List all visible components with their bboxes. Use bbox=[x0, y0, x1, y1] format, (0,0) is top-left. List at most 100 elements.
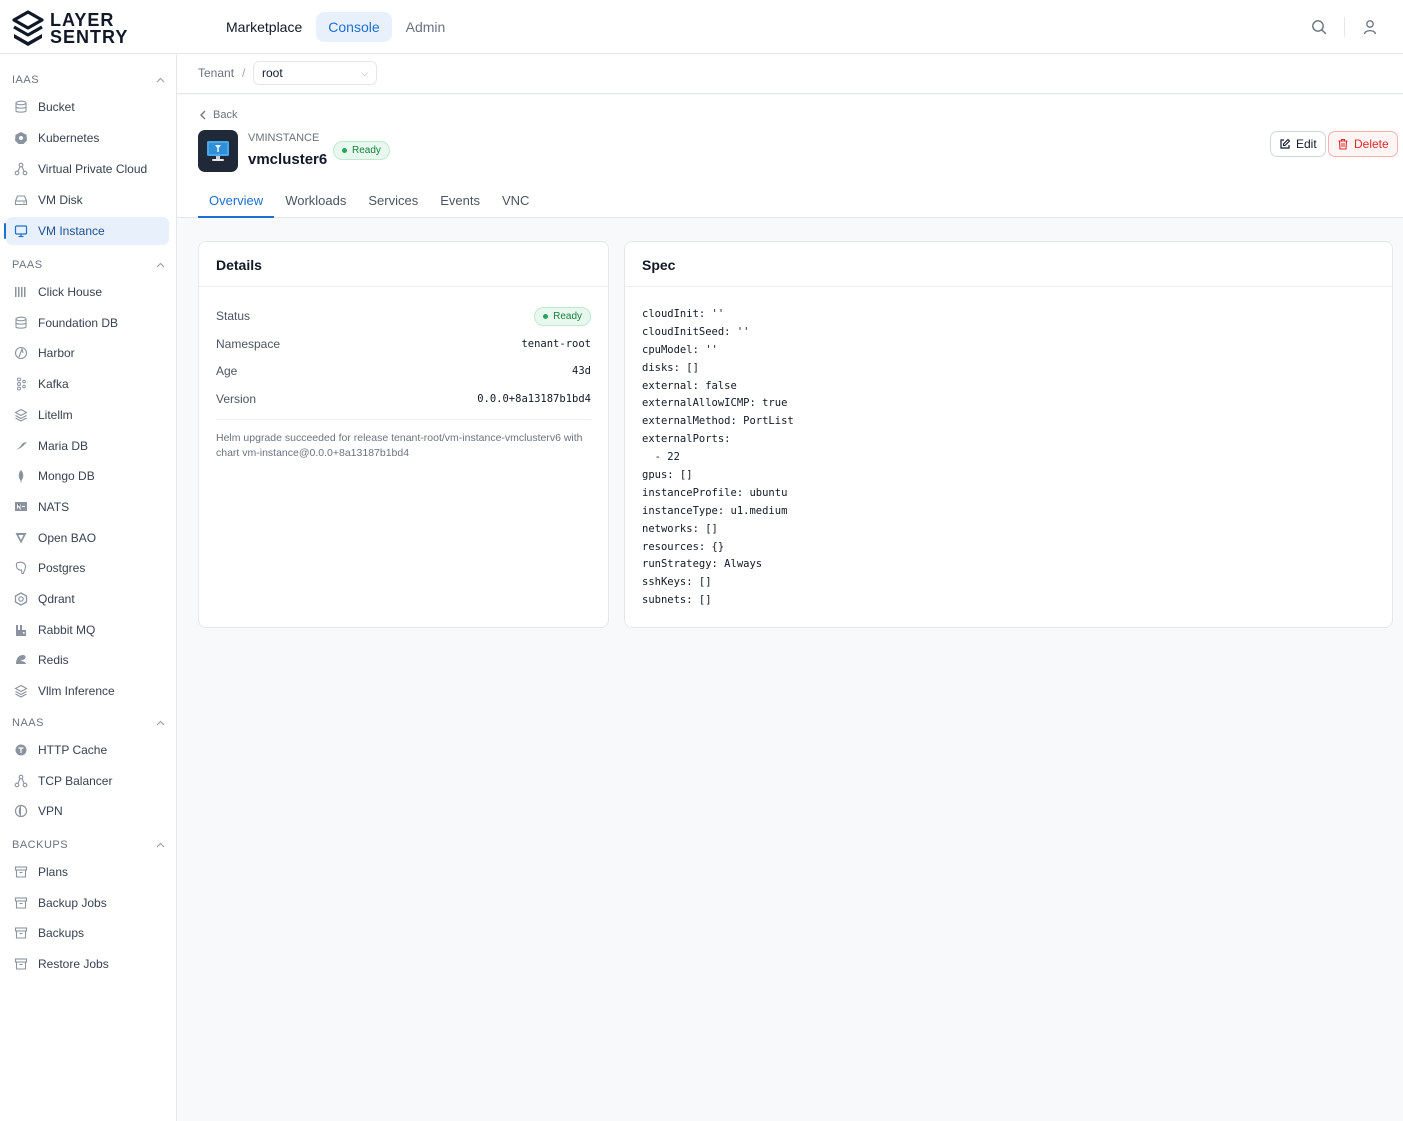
breadcrumb-tenant-label[interactable]: Tenant bbox=[198, 66, 234, 80]
sidebar-item-backups[interactable]: Backups bbox=[6, 919, 169, 947]
detail-value: tenant-root bbox=[521, 338, 591, 350]
sidebar-section-paas[interactable]: PAAS bbox=[0, 255, 177, 275]
spec-card: Spec cloudInit: '' cloudInitSeed: '' cpuMo… bbox=[624, 241, 1393, 628]
sidebar-item-maria-db[interactable]: Maria DB bbox=[6, 432, 169, 460]
brand-logo[interactable]: LAYER SENTRY bbox=[12, 10, 128, 48]
sidebar-item-foundation-db[interactable]: Foundation DB bbox=[6, 309, 169, 337]
sidebar-section-title: PAAS bbox=[12, 259, 43, 271]
sidebar-item-litellm[interactable]: Litellm bbox=[6, 401, 169, 429]
resource-kind: VMINSTANCE bbox=[248, 132, 320, 144]
delete-label: Delete bbox=[1354, 137, 1389, 151]
tab-services[interactable]: Services bbox=[357, 190, 429, 218]
edit-button[interactable]: Edit bbox=[1270, 131, 1326, 157]
sidebar-item-open-bao[interactable]: Open BAO bbox=[6, 524, 169, 552]
chevron-up-icon bbox=[156, 718, 165, 729]
user-icon bbox=[1363, 20, 1377, 35]
sidebar-item-harbor[interactable]: Harbor bbox=[6, 339, 169, 367]
nav-console[interactable]: Console bbox=[316, 12, 392, 42]
spec-line: gpus: [] bbox=[642, 469, 693, 482]
sidebar-item-tcp-balancer[interactable]: TCP Balancer bbox=[6, 767, 169, 795]
spec-line: disks: [] bbox=[642, 361, 699, 374]
chevron-up-icon bbox=[156, 75, 165, 86]
nav-marketplace[interactable]: Marketplace bbox=[214, 12, 314, 42]
status-dot-icon bbox=[342, 148, 347, 153]
user-menu-button[interactable] bbox=[1357, 14, 1383, 40]
disk-icon bbox=[14, 193, 28, 207]
sidebar-item-redis[interactable]: Redis bbox=[6, 646, 169, 674]
sidebar-item-backup-jobs[interactable]: Backup Jobs bbox=[6, 889, 169, 917]
tab-events[interactable]: Events bbox=[429, 190, 491, 218]
spec-divider bbox=[625, 286, 1392, 287]
sidebar-item-qdrant[interactable]: Qdrant bbox=[6, 585, 169, 613]
sidebar-item-nats[interactable]: NATS bbox=[6, 493, 169, 521]
back-link[interactable]: Back bbox=[199, 109, 237, 121]
sidebar-section-iaas[interactable]: IAAS bbox=[0, 70, 177, 90]
nav-admin[interactable]: Admin bbox=[394, 12, 458, 42]
sidebar-section-naas[interactable]: NAAS bbox=[0, 713, 177, 733]
sidebar-item-click-house[interactable]: Click House bbox=[6, 278, 169, 306]
monitor-icon bbox=[14, 224, 28, 238]
sidebar-item-vm-disk[interactable]: VM Disk bbox=[6, 186, 169, 214]
network-icon bbox=[14, 774, 28, 788]
database-icon bbox=[14, 316, 28, 330]
spec-line: - 22 bbox=[642, 451, 680, 464]
sidebar-item-label: HTTP Cache bbox=[38, 743, 108, 757]
resource-name: vmcluster6 bbox=[248, 151, 328, 168]
sidebar-item-vllm-inference[interactable]: Vllm Inference bbox=[6, 677, 169, 705]
sidebar-item-virtual-private-cloud[interactable]: Virtual Private Cloud bbox=[6, 155, 169, 183]
helm-status-message: Helm upgrade succeeded for release tenan… bbox=[216, 432, 583, 459]
sidebar-item-postgres[interactable]: Postgres bbox=[6, 554, 169, 582]
brand-name: LAYER SENTRY bbox=[50, 10, 129, 47]
sidebar-item-http-cache[interactable]: HTTP Cache bbox=[6, 736, 169, 764]
resource-header: Back VMINSTANCE vmcluster6 Ready Edit De… bbox=[177, 95, 1403, 218]
sidebar-item-label: VM Instance bbox=[38, 224, 105, 238]
tab-workloads[interactable]: Workloads bbox=[274, 190, 357, 218]
sidebar-item-label: Foundation DB bbox=[38, 315, 119, 330]
sidebar-item-label: Bucket bbox=[38, 100, 75, 114]
delete-button[interactable]: Delete bbox=[1328, 131, 1398, 157]
cache-icon bbox=[14, 743, 28, 757]
tab-overview[interactable]: Overview bbox=[198, 190, 275, 218]
sidebar-item-mongo-db[interactable]: Mongo DB bbox=[6, 462, 169, 490]
tab-vnc[interactable]: VNC bbox=[491, 190, 540, 218]
detail-row-status: Status Ready bbox=[216, 304, 591, 328]
search-button[interactable] bbox=[1306, 14, 1332, 40]
sidebar-item-label: Kubernetes bbox=[38, 131, 100, 145]
chevron-down-icon: ⌵ bbox=[361, 67, 368, 78]
sidebar-item-rabbit-mq[interactable]: Rabbit MQ bbox=[6, 616, 169, 644]
rabbit-icon bbox=[14, 623, 28, 637]
sidebar-item-bucket[interactable]: Bucket bbox=[6, 93, 169, 121]
detail-row-version: Version 0.0.0+8a13187b1bd4 bbox=[216, 387, 591, 411]
details-message-divider bbox=[216, 419, 591, 420]
sidebar-item-label: Vllm Inference bbox=[38, 684, 115, 699]
search-icon bbox=[1312, 20, 1327, 35]
detail-value: 0.0.0+8a13187b1bd4 bbox=[477, 393, 591, 405]
spec-yaml: cloudInit: '' cloudInitSeed: '' cpuModel: … bbox=[642, 306, 794, 610]
spec-line: networks: [] bbox=[642, 522, 718, 535]
sidebar-item-label: Qdrant bbox=[38, 592, 75, 606]
sidebar-item-label: Postgres bbox=[38, 561, 86, 576]
sidebar-item-label: TCP Balancer bbox=[38, 773, 113, 788]
sidebar-item-label: Mongo DB bbox=[38, 469, 95, 484]
sidebar-item-restore-jobs[interactable]: Restore Jobs bbox=[6, 950, 169, 978]
detail-row-namespace: Namespace tenant-root bbox=[216, 332, 591, 356]
sidebar-item-kubernetes[interactable]: Kubernetes bbox=[6, 124, 169, 152]
sidebar: IAAS Bucket Kubernetes Virtual Private Clou… bbox=[0, 54, 177, 1121]
sidebar-item-vm-instance[interactable]: VM Instance bbox=[6, 217, 169, 245]
tenant-select[interactable]: root ⌵ bbox=[253, 61, 377, 85]
chevron-up-icon bbox=[156, 840, 165, 851]
sidebar-section-backups[interactable]: BACKUPS bbox=[0, 835, 177, 855]
vm-instance-icon bbox=[198, 130, 238, 172]
spec-line: externalAllowICMP: true bbox=[642, 397, 788, 410]
detail-label: Namespace bbox=[216, 337, 281, 351]
spec-line: cloudInitSeed: '' bbox=[642, 325, 750, 338]
sidebar-item-kafka[interactable]: Kafka bbox=[6, 370, 169, 398]
seal-icon bbox=[14, 439, 28, 453]
sidebar-item-label: Harbor bbox=[38, 346, 75, 361]
sidebar-item-plans[interactable]: Plans bbox=[6, 858, 169, 886]
status-badge: Ready bbox=[534, 306, 591, 326]
harbor-icon bbox=[14, 346, 28, 360]
sidebar-item-vpn[interactable]: VPN bbox=[6, 797, 169, 825]
elephant-icon bbox=[14, 561, 28, 575]
sidebar-item-label: VM Disk bbox=[38, 193, 83, 207]
